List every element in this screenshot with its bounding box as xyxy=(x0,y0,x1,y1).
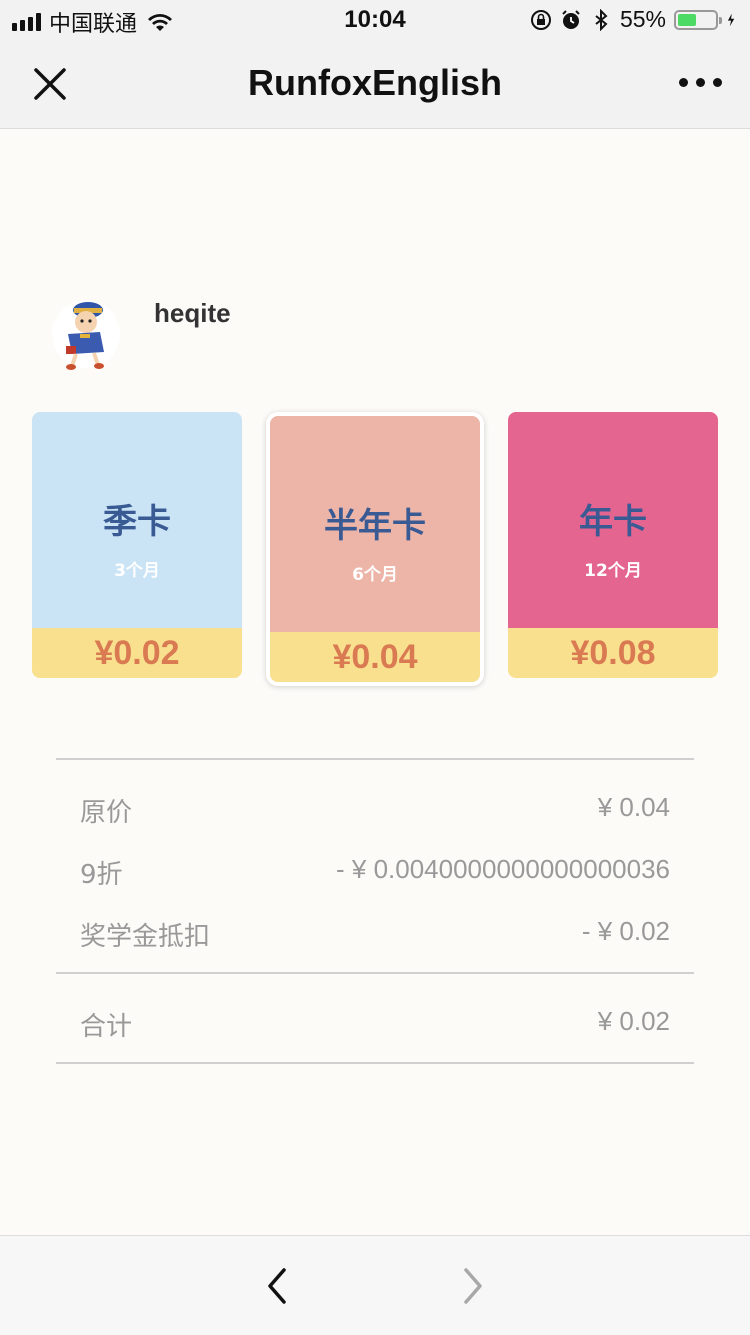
card-year[interactable]: 年卡 12个月 ¥0.08 xyxy=(508,412,718,678)
divider-top xyxy=(56,758,694,760)
card-price: ¥0.02 xyxy=(94,634,180,672)
bluetooth-icon xyxy=(595,8,608,31)
discount-row: 9折 - ¥ 0.0040000000000000036 xyxy=(80,854,670,894)
chevron-right-icon[interactable] xyxy=(452,1264,492,1308)
chevron-left-icon[interactable] xyxy=(258,1264,298,1308)
card-duration: 12个月 xyxy=(584,561,642,581)
card-price-band: ¥0.08 xyxy=(508,628,718,678)
discount-value: - ¥ 0.0040000000000000036 xyxy=(336,854,670,884)
nav-bar: RunfoxEnglish xyxy=(0,40,750,129)
scholarship-row: 奖学金抵扣 - ¥ 0.02 xyxy=(80,916,670,956)
status-bar: 中国联通 10:04 55% xyxy=(0,0,750,40)
discount-label: 9折 xyxy=(80,860,123,890)
card-season[interactable]: 季卡 3个月 ¥0.02 xyxy=(32,412,242,678)
card-duration: 6个月 xyxy=(352,565,398,585)
alarm-icon xyxy=(562,9,580,29)
scholarship-value: - ¥ 0.02 xyxy=(581,916,670,946)
card-duration: 3个月 xyxy=(114,561,160,581)
page-title: RunfoxEnglish xyxy=(248,62,502,103)
total-value: ¥ 0.02 xyxy=(597,1006,670,1036)
total-label: 合计 xyxy=(80,1012,133,1042)
username: heqite xyxy=(154,298,231,328)
divider-middle xyxy=(56,972,694,974)
card-price: ¥0.04 xyxy=(332,638,418,676)
total-row: 合计 ¥ 0.02 xyxy=(80,1006,670,1046)
wifi-icon xyxy=(148,14,173,31)
status-right: 55% xyxy=(530,6,740,33)
card-title: 年卡 xyxy=(579,502,647,542)
signal-icon xyxy=(12,13,41,31)
divider-bottom xyxy=(56,1062,694,1064)
battery-level xyxy=(678,13,696,26)
card-half-year[interactable]: 半年卡 6个月 ¥0.04 xyxy=(270,416,480,682)
close-icon[interactable] xyxy=(30,64,70,104)
carrier-name: 中国联通 xyxy=(49,12,138,37)
battery-icon xyxy=(674,9,722,30)
card-price: ¥0.08 xyxy=(570,634,656,672)
battery-percent: 55% xyxy=(619,6,666,32)
status-left: 中国联通 xyxy=(12,6,173,38)
card-price-band: ¥0.04 xyxy=(270,632,480,682)
card-title: 半年卡 xyxy=(324,506,426,546)
more-icon[interactable] xyxy=(679,78,722,87)
card-price-band: ¥0.02 xyxy=(32,628,242,678)
original-price-label: 原价 xyxy=(80,798,133,828)
card-title: 季卡 xyxy=(103,502,171,542)
original-price-row: 原价 ¥ 0.04 xyxy=(80,792,670,832)
original-price-value: ¥ 0.04 xyxy=(597,792,670,822)
avatar xyxy=(52,300,120,370)
charging-icon xyxy=(727,13,735,26)
rotation-lock-icon xyxy=(530,9,551,30)
bottom-toolbar xyxy=(0,1235,750,1335)
scholarship-label: 奖学金抵扣 xyxy=(80,922,211,952)
